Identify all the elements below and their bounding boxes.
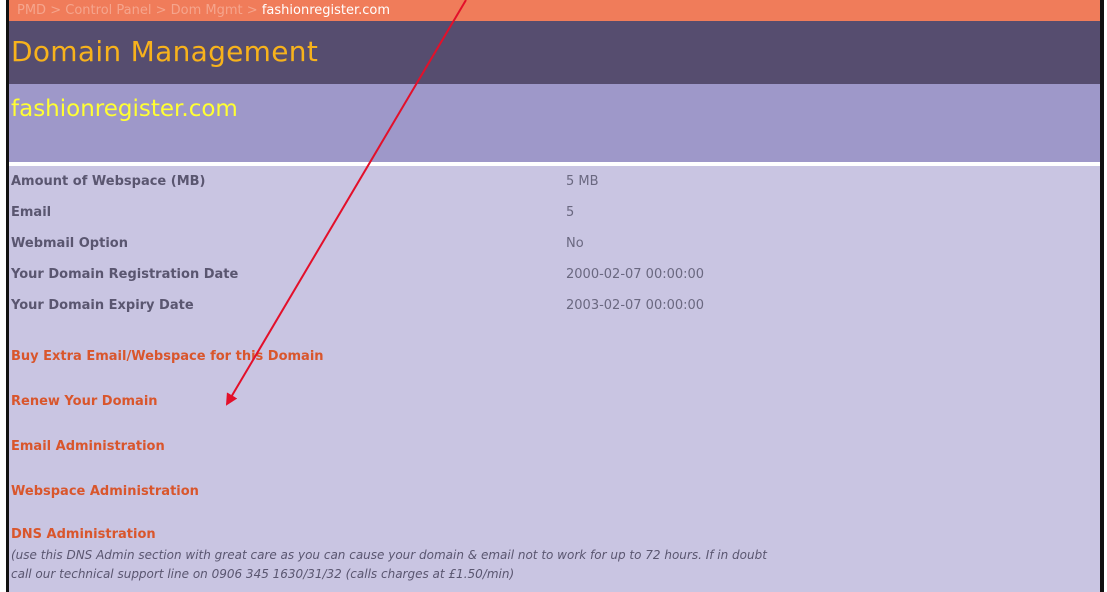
email-administration-link[interactable]: Email Administration <box>11 439 165 454</box>
detail-label: Email <box>11 205 52 220</box>
breadcrumb-item-control-panel[interactable]: Control Panel <box>65 3 151 18</box>
detail-label: Your Domain Expiry Date <box>11 298 194 313</box>
detail-value: 5 <box>566 205 575 220</box>
breadcrumb-current: fashionregister.com <box>261 3 391 18</box>
renew-domain-link[interactable]: Renew Your Domain <box>11 394 158 409</box>
breadcrumb-separator: > <box>155 3 167 18</box>
page-header: Domain Management <box>9 21 1100 84</box>
domain-details-panel: Amount of Webspace (MB) 5 MB Email 5 Web… <box>9 166 1100 592</box>
domain-name: fashionregister.com <box>11 96 238 122</box>
buy-extra-email-webspace-link[interactable]: Buy Extra Email/Webspace for this Domain <box>11 349 324 364</box>
dns-warning-note: (use this DNS Admin section with great c… <box>11 546 1106 584</box>
breadcrumb-item-dom-mgmt[interactable]: Dom Mgmt <box>171 3 243 18</box>
detail-label: Your Domain Registration Date <box>11 267 239 282</box>
breadcrumb-separator: > <box>246 3 258 18</box>
dns-administration-link[interactable]: DNS Administration <box>11 527 156 542</box>
page-title: Domain Management <box>11 35 319 68</box>
detail-value: 2003-02-07 00:00:00 <box>566 298 705 313</box>
detail-value: 2000-02-07 00:00:00 <box>566 267 705 282</box>
dns-warning-line-1: (use this DNS Admin section with great c… <box>11 548 767 562</box>
dns-warning-line-2: call our technical support line on 0906 … <box>11 567 515 581</box>
breadcrumb-separator: > <box>50 3 62 18</box>
detail-value: 5 MB <box>566 174 599 189</box>
page: PMD > Control Panel > Dom Mgmt > fashion… <box>0 0 1107 592</box>
breadcrumb-item-pmd[interactable]: PMD <box>17 3 46 18</box>
breadcrumb: PMD > Control Panel > Dom Mgmt > fashion… <box>9 0 1100 21</box>
right-border <box>1100 0 1104 592</box>
domain-header: fashionregister.com <box>9 84 1100 166</box>
left-border <box>6 0 9 592</box>
detail-value: No <box>566 236 584 251</box>
detail-label: Amount of Webspace (MB) <box>11 174 206 189</box>
detail-label: Webmail Option <box>11 236 128 251</box>
webspace-administration-link[interactable]: Webspace Administration <box>11 484 199 499</box>
